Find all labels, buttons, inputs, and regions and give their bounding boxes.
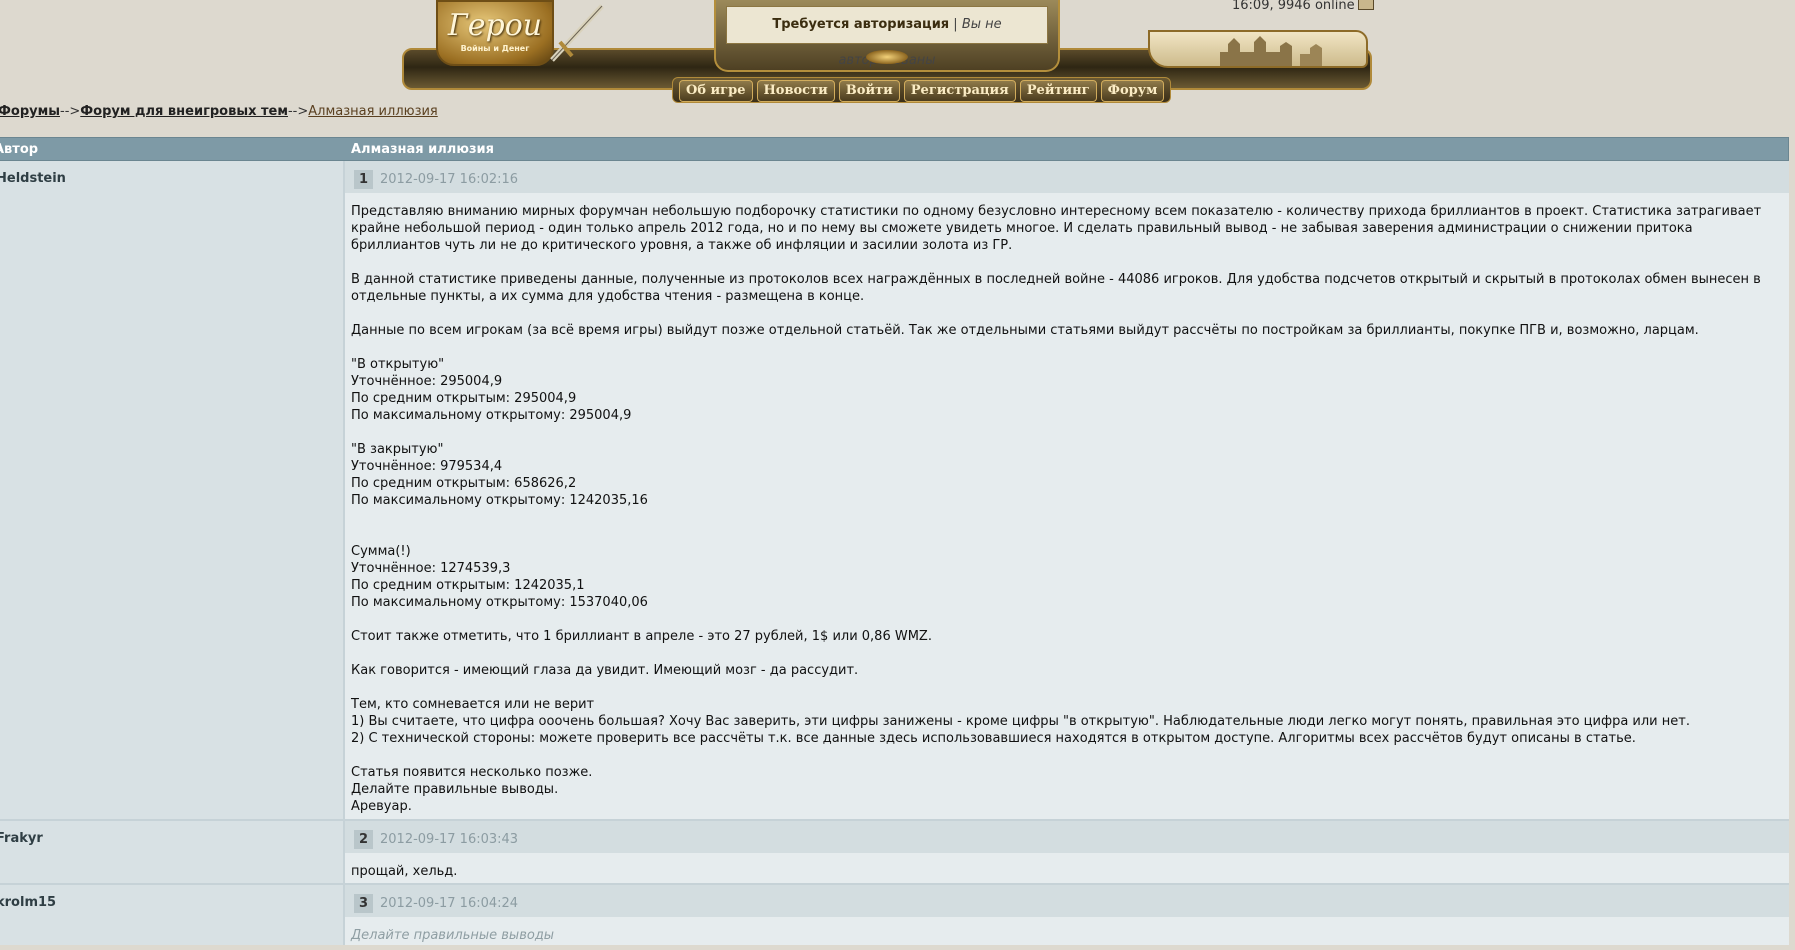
post-body: 3 2012-09-17 16:04:24 Делайте правильные… [345, 885, 1789, 945]
post-date: 2012-09-17 16:03:43 [380, 832, 519, 847]
nav-forum[interactable]: Форум [1100, 80, 1165, 102]
post-text: Делайте правильные выводы [351, 928, 555, 943]
column-topic-header: Алмазная иллюзия [351, 142, 494, 157]
nav-rating[interactable]: Рейтинг [1019, 80, 1097, 102]
nav-register[interactable]: Регистрация [903, 80, 1016, 102]
nav-about[interactable]: Об игре [679, 80, 753, 102]
nav-news[interactable]: Новости [756, 80, 835, 102]
post-author-name[interactable]: krolm15 [0, 895, 56, 910]
mail-icon[interactable] [1357, 0, 1374, 10]
table-header: Автор Алмазная иллюзия [0, 137, 1789, 161]
post-text: прощай, хельд. [351, 864, 458, 879]
post-header: 1 2012-09-17 16:02:16 [345, 161, 1789, 193]
post-author-name[interactable]: Frakyr [0, 831, 43, 846]
auth-separator: | [949, 17, 962, 32]
post-author-name[interactable]: Heldstein [0, 171, 66, 186]
post-body: 2 2012-09-17 16:03:43 прощай, хельд. [345, 821, 1789, 883]
breadcrumb-forums-link[interactable]: Форумы [0, 104, 60, 119]
auth-required-text: Требуется авторизация [772, 17, 950, 32]
auth-status-box: Требуется авторизация | Вы не авторизова… [726, 6, 1048, 68]
post-header: 2 2012-09-17 16:03:43 [345, 821, 1789, 853]
post-number[interactable]: 2 [354, 830, 373, 849]
breadcrumb-offtopic-link[interactable]: Форум для внеигровых тем [80, 104, 288, 119]
forum-post: krolm15 3 2012-09-17 16:04:24 Делайте пр… [0, 885, 1789, 945]
post-author[interactable]: Heldstein [0, 161, 345, 819]
post-number[interactable]: 1 [354, 170, 373, 189]
ornament-icon [866, 50, 908, 64]
column-author-header: Автор [0, 142, 39, 157]
post-header: 3 2012-09-17 16:04:24 [345, 885, 1789, 917]
sword-icon [550, 4, 604, 62]
server-time: 16:09, 9946 online [1232, 0, 1374, 12]
post-body: 1 2012-09-17 16:02:16 Представляю вниман… [345, 161, 1789, 819]
auth-panel: Требуется авторизация | Вы не авторизова… [714, 0, 1060, 72]
post-date: 2012-09-17 16:04:24 [380, 896, 519, 911]
post-date: 2012-09-17 16:02:16 [380, 172, 519, 187]
forum-thread-table: Автор Алмазная иллюзия Heldstein 1 2012-… [0, 137, 1789, 945]
forum-post: Heldstein 1 2012-09-17 16:02:16 Представ… [0, 161, 1789, 821]
nav-login[interactable]: Войти [838, 80, 900, 102]
post-number[interactable]: 3 [354, 894, 373, 913]
logo-title: Герои [447, 8, 543, 43]
logo-subtitle: Войны и Денег [460, 44, 530, 53]
castle-icon [1220, 36, 1322, 66]
breadcrumb-current-link[interactable]: Алмазная иллюзия [308, 104, 438, 119]
breadcrumb-separator: --> [60, 104, 81, 119]
breadcrumb: Форумы-->Форум для внеигровых тем-->Алма… [0, 104, 438, 119]
post-author[interactable]: krolm15 [0, 885, 345, 945]
post-author[interactable]: Frakyr [0, 821, 345, 883]
post-text: Представляю вниманию мирных форумчан неб… [351, 204, 1762, 814]
main-nav: Об игре Новости Войти Регистрация Рейтин… [672, 77, 1172, 103]
city-banner [1148, 30, 1368, 68]
site-logo[interactable]: Герои Войны и Денег [436, 0, 554, 66]
breadcrumb-separator: --> [287, 104, 309, 119]
forum-post: Frakyr 2 2012-09-17 16:03:43 прощай, хел… [0, 821, 1789, 885]
time-online-text: 16:09, 9946 online [1232, 0, 1355, 13]
